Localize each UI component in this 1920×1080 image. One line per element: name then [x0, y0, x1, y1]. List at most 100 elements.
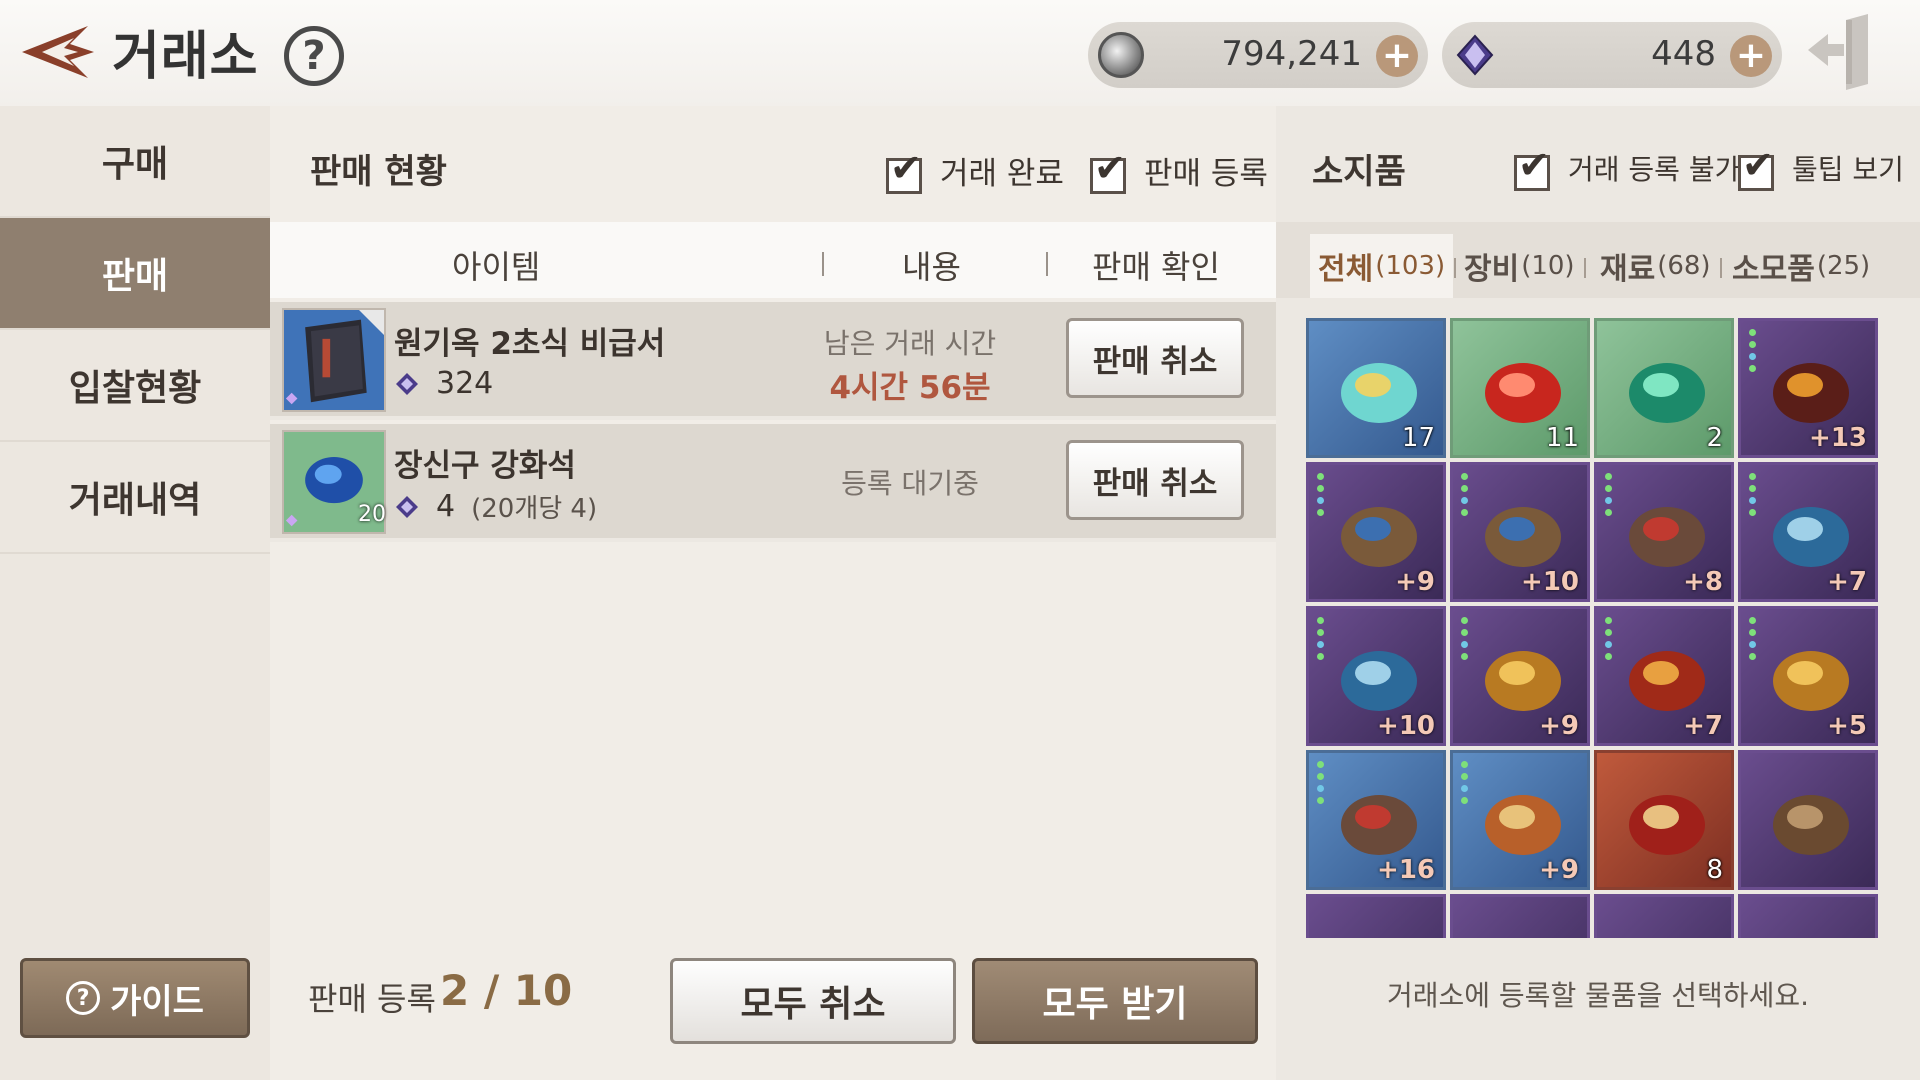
- table-header: 아이템 내용 판매 확인: [270, 222, 1276, 298]
- inventory-slot[interactable]: [1594, 894, 1734, 938]
- enhance-level: +7: [1827, 567, 1867, 597]
- checkbox-icon: [1090, 146, 1130, 194]
- gem-icon: [396, 372, 418, 395]
- checkbox-icon: [1738, 143, 1778, 191]
- nav-item-buy[interactable]: 구매: [0, 106, 270, 218]
- add-gold-button[interactable]: +: [1376, 35, 1418, 77]
- gem-icon: [1456, 34, 1494, 76]
- tab-count: (25): [1816, 251, 1871, 281]
- gem-icon: [396, 495, 418, 518]
- price-note: (20개당 4): [471, 494, 598, 524]
- inventory-tabs: 전체 (103) 장비 (10) 재료 (68) 소모품 (25): [1276, 222, 1920, 298]
- inventory-slot[interactable]: +9: [1450, 606, 1590, 746]
- inventory-slot[interactable]: [1738, 894, 1878, 938]
- grade-dots: [1605, 473, 1613, 521]
- inventory-slot[interactable]: +13: [1738, 318, 1878, 458]
- tab-divider: [1720, 258, 1722, 278]
- top-bar: 거래소 ? 794,241 + 448 +: [0, 0, 1920, 106]
- tab-label: 소모품: [1732, 252, 1815, 287]
- stack-count: 17: [1401, 423, 1435, 453]
- checkbox-icon: [886, 146, 926, 194]
- inventory-slot[interactable]: +9: [1306, 462, 1446, 602]
- tab-materials[interactable]: 재료 (68): [1592, 234, 1719, 298]
- guide-button[interactable]: ? 가이드: [20, 958, 250, 1038]
- inventory-slot[interactable]: +9: [1450, 750, 1590, 890]
- cancel-all-button[interactable]: 모두 취소: [670, 958, 956, 1044]
- enhance-level: +9: [1539, 711, 1579, 741]
- inventory-panel: 소지품 거래 등록 불가 툴팁 보기 전체(103) 장비(10) 재료(68)…: [1276, 106, 1920, 1080]
- nav-item-bids[interactable]: 입찰현황: [0, 330, 270, 442]
- enhance-level: +9: [1539, 855, 1579, 885]
- tab-label: 장비: [1464, 252, 1520, 287]
- filter-untradable[interactable]: 거래 등록 불가: [1514, 143, 1740, 191]
- help-circle-icon: ?: [66, 981, 101, 1015]
- stack-count: 2: [1706, 423, 1723, 453]
- tab-divider: [1584, 258, 1586, 278]
- filter-trade-complete[interactable]: 거래 완료: [886, 146, 1064, 194]
- inventory-slot[interactable]: +5: [1738, 606, 1878, 746]
- material-icon: [1617, 917, 1717, 938]
- gold-amount: 794,241: [1221, 34, 1362, 74]
- column-item: 아이템: [452, 248, 541, 286]
- enhance-level: +9: [1395, 567, 1435, 597]
- coin-icon: [1098, 32, 1144, 78]
- column-divider: [822, 252, 824, 276]
- status-time: 4시간 56분: [829, 370, 991, 406]
- column-divider: [1046, 252, 1048, 276]
- tab-all[interactable]: 전체 (103): [1310, 234, 1454, 298]
- tab-equipment[interactable]: 장비 (10): [1456, 234, 1583, 298]
- grade-dots: [1317, 617, 1325, 665]
- inventory-grid: 17 11 2 +13 +9 +10 +8 +7 +10 +9 +7 +5 +16 +9 8: [1306, 318, 1878, 938]
- inventory-slot[interactable]: 8: [1594, 750, 1734, 890]
- sale-row: 원기옥 2초식 비급서 324 남은 거래 시간 4시간 56분 판매 취소: [270, 302, 1276, 420]
- inventory-slot[interactable]: +8: [1594, 462, 1734, 602]
- checkbox-icon: [1514, 143, 1554, 191]
- book-icon: [282, 308, 386, 412]
- inventory-slot[interactable]: [1738, 750, 1878, 890]
- item-name: 원기옥 2초식 비급서: [394, 326, 666, 362]
- tab-consumables[interactable]: 소모품 (25): [1724, 234, 1878, 298]
- exit-icon[interactable]: [1806, 14, 1876, 90]
- grade-dots: [1317, 761, 1325, 809]
- inventory-slot[interactable]: 11: [1450, 318, 1590, 458]
- register-count: 2 / 10: [440, 966, 573, 1015]
- grade-dots: [1461, 761, 1469, 809]
- price-value: 324: [436, 366, 494, 401]
- wood-icon: [1773, 795, 1849, 855]
- inventory-slot[interactable]: +10: [1450, 462, 1590, 602]
- column-confirm: 판매 확인: [1092, 248, 1220, 286]
- inventory-slot[interactable]: [1450, 894, 1590, 938]
- sales-title: 판매 현황: [310, 152, 447, 192]
- green-stone-icon: [1629, 363, 1705, 423]
- back-arrow-icon[interactable]: [18, 22, 96, 82]
- inventory-slot[interactable]: +16: [1306, 750, 1446, 890]
- receive-all-button[interactable]: 모두 받기: [972, 958, 1258, 1044]
- item-price: 324: [394, 366, 493, 401]
- nav-item-sell[interactable]: 판매: [0, 218, 270, 330]
- filter-tooltip[interactable]: 툴팁 보기: [1738, 143, 1904, 191]
- grade-dots: [1749, 473, 1757, 521]
- column-content: 내용: [902, 248, 961, 286]
- inventory-slot[interactable]: +10: [1306, 606, 1446, 746]
- nav-item-history[interactable]: 거래내역: [0, 442, 270, 554]
- enhance-level: +8: [1683, 567, 1723, 597]
- status-label: 남은 거래 시간: [823, 327, 997, 360]
- cancel-sale-button[interactable]: 판매 취소: [1066, 440, 1244, 520]
- inventory-slot[interactable]: +7: [1738, 462, 1878, 602]
- inventory-slot[interactable]: 17: [1306, 318, 1446, 458]
- cancel-sale-button[interactable]: 판매 취소: [1066, 318, 1244, 398]
- grade-dots: [1605, 617, 1613, 665]
- add-gem-button[interactable]: +: [1730, 35, 1772, 77]
- help-button[interactable]: ?: [284, 26, 344, 86]
- inventory-slot[interactable]: 2: [1594, 318, 1734, 458]
- page-title: 거래소: [112, 27, 259, 87]
- material-icon: [1329, 917, 1429, 938]
- inventory-slot[interactable]: +7: [1594, 606, 1734, 746]
- enhance-level: +13: [1809, 423, 1867, 453]
- tab-label: 재료: [1600, 252, 1656, 287]
- sale-row: 20 장신구 강화석 4 (20개당 4) 등록 대기중 판매 취소: [270, 424, 1276, 542]
- tab-label: 전체: [1318, 252, 1374, 287]
- inventory-slot[interactable]: [1306, 894, 1446, 938]
- filter-sale-registered[interactable]: 판매 등록: [1090, 146, 1268, 194]
- stack-count: 11: [1545, 423, 1579, 453]
